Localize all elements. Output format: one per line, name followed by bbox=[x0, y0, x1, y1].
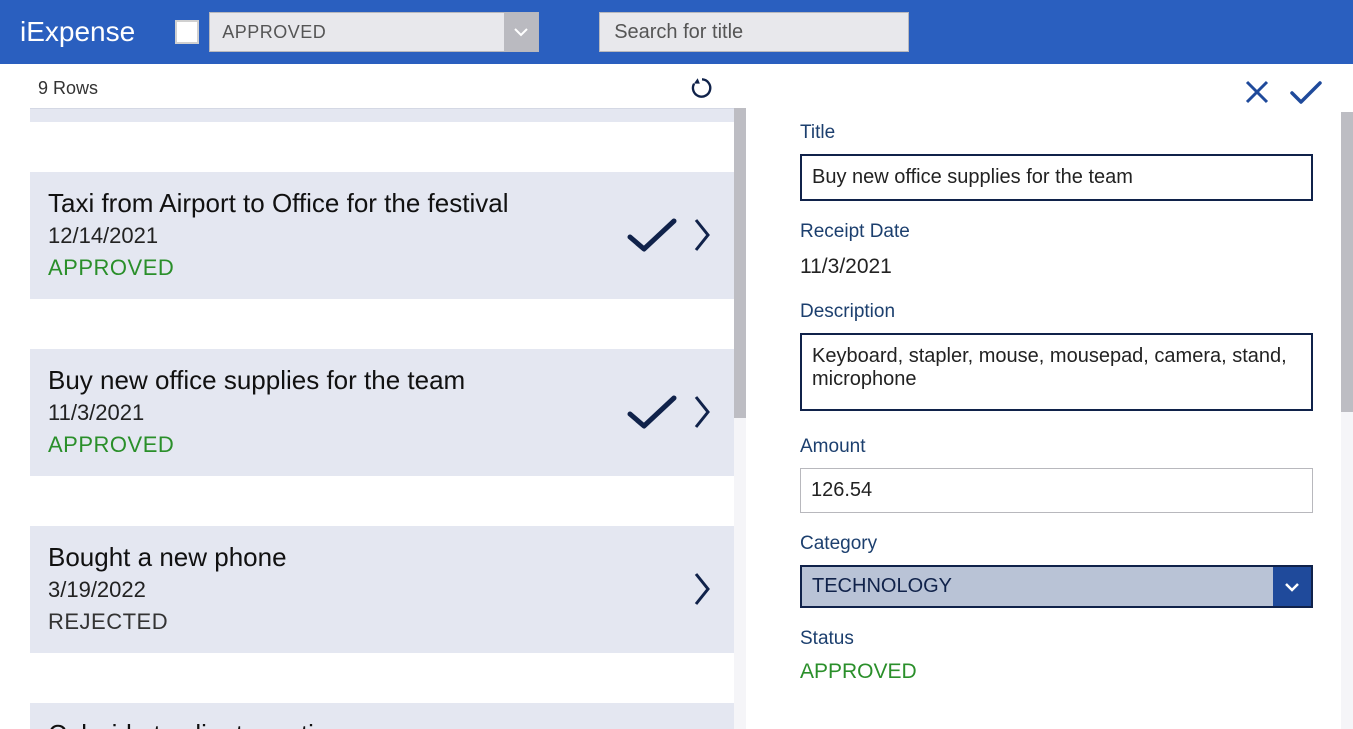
label-description: Description bbox=[800, 301, 1313, 323]
list-scroll[interactable]: Taxi from Airport to Office for the fest… bbox=[0, 108, 746, 729]
list-item-title: Cab ride to client meeting bbox=[48, 719, 712, 729]
label-receipt-date: Receipt Date bbox=[800, 221, 1313, 243]
row-count: 9 Rows bbox=[38, 78, 98, 99]
receipt-date-value: 11/3/2021 bbox=[800, 253, 1313, 281]
category-value: TECHNOLOGY bbox=[802, 567, 1273, 606]
chevron-right-icon[interactable] bbox=[692, 393, 712, 431]
confirm-icon[interactable] bbox=[1289, 78, 1323, 106]
category-select[interactable]: TECHNOLOGY bbox=[800, 565, 1313, 608]
label-category: Category bbox=[800, 533, 1313, 555]
close-icon[interactable] bbox=[1243, 78, 1271, 106]
chevron-right-icon[interactable] bbox=[692, 216, 712, 254]
list-item-title: Taxi from Airport to Office for the fest… bbox=[48, 188, 616, 219]
list-item[interactable]: Taxi from Airport to Office for the fest… bbox=[30, 172, 734, 299]
list-item[interactable]: Buy new office supplies for the team 11/… bbox=[30, 349, 734, 476]
detail-form: Title Receipt Date 11/3/2021 Description… bbox=[746, 112, 1353, 729]
filter-checkbox[interactable] bbox=[175, 20, 199, 44]
check-icon[interactable] bbox=[626, 215, 678, 255]
scrollbar-thumb[interactable] bbox=[734, 108, 746, 418]
list-item-status: REJECTED bbox=[48, 609, 682, 635]
app-title: iExpense bbox=[20, 16, 135, 48]
status-value: APPROVED bbox=[800, 660, 1313, 684]
detail-pane: Title Receipt Date 11/3/2021 Description… bbox=[746, 64, 1353, 729]
search-input[interactable]: Search for title bbox=[599, 12, 909, 52]
list-item-title: Bought a new phone bbox=[48, 542, 682, 573]
list-item-date: 12/14/2021 bbox=[48, 223, 616, 249]
list-header: 9 Rows bbox=[0, 64, 746, 108]
list-item[interactable]: Cab ride to client meeting bbox=[30, 703, 734, 729]
status-filter-select[interactable]: APPROVED bbox=[209, 12, 539, 52]
list-item[interactable]: Bought a new phone 3/19/2022 REJECTED bbox=[30, 526, 734, 653]
expense-list-pane: 9 Rows Taxi from Airport to Office for t… bbox=[0, 64, 746, 729]
label-title: Title bbox=[800, 122, 1313, 144]
scrollbar[interactable] bbox=[1341, 112, 1353, 729]
label-status: Status bbox=[800, 628, 1313, 650]
app-header: iExpense APPROVED Search for title bbox=[0, 0, 1353, 64]
list-item-date: 11/3/2021 bbox=[48, 400, 616, 426]
refresh-icon[interactable] bbox=[688, 74, 716, 102]
list-item-status: APPROVED bbox=[48, 432, 616, 458]
status-filter-value: APPROVED bbox=[210, 22, 504, 43]
chevron-down-icon bbox=[1273, 567, 1311, 606]
label-amount: Amount bbox=[800, 436, 1313, 458]
amount-field[interactable] bbox=[800, 468, 1313, 513]
description-field[interactable] bbox=[800, 333, 1313, 411]
list-top-bar bbox=[30, 108, 734, 122]
scrollbar[interactable] bbox=[734, 108, 746, 729]
scrollbar-thumb[interactable] bbox=[1341, 112, 1353, 412]
chevron-right-icon[interactable] bbox=[692, 570, 712, 608]
search-placeholder: Search for title bbox=[614, 21, 743, 44]
list-item-title: Buy new office supplies for the team bbox=[48, 365, 616, 396]
list-item-status: APPROVED bbox=[48, 255, 616, 281]
title-field[interactable] bbox=[800, 154, 1313, 201]
check-icon[interactable] bbox=[626, 392, 678, 432]
chevron-down-icon bbox=[504, 13, 538, 51]
main-area: 9 Rows Taxi from Airport to Office for t… bbox=[0, 64, 1353, 729]
list-item-date: 3/19/2022 bbox=[48, 577, 682, 603]
detail-actions bbox=[746, 64, 1353, 112]
